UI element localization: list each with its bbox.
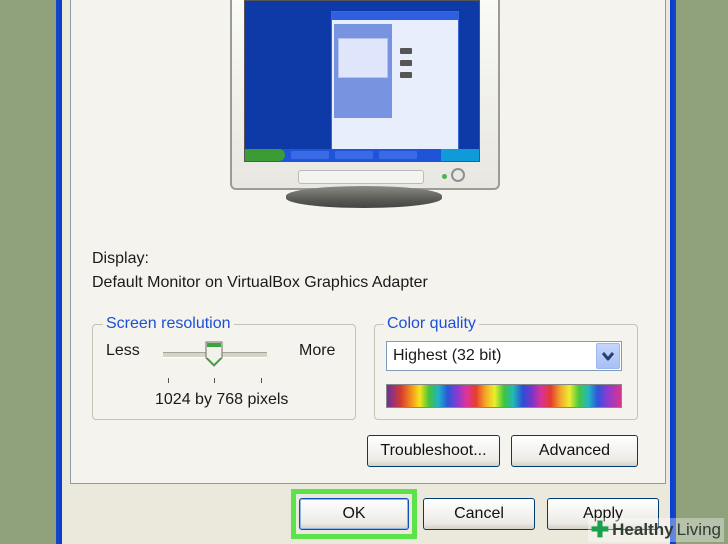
preview-start-button: [245, 149, 285, 161]
power-button-icon: [451, 168, 465, 182]
screen-resolution-label: Screen resolution: [103, 315, 234, 333]
dropdown-arrow-button[interactable]: [596, 343, 620, 369]
monitor-screen: [244, 0, 480, 162]
color-quality-select[interactable]: Highest (32 bit): [386, 341, 622, 371]
drive-icon: [400, 60, 412, 66]
color-quality-value: Highest (32 bit): [393, 347, 502, 364]
color-spectrum-bar: [386, 384, 622, 408]
resolution-value: 1024 by 768 pixels: [155, 391, 289, 408]
display-device: Default Monitor on VirtualBox Graphics A…: [92, 274, 428, 291]
power-led-icon: [442, 174, 447, 179]
chevron-down-icon: [601, 352, 615, 361]
watermark-brand-bold: Healthy: [612, 520, 674, 539]
display-label: Display:: [92, 250, 149, 267]
preview-task: [291, 151, 329, 159]
slider-tick: [261, 378, 262, 383]
preview-window: [331, 11, 459, 153]
ok-highlight-box: [291, 489, 417, 539]
plus-logo-icon: ✚: [590, 517, 610, 542]
watermark-brand-rest: Living: [676, 520, 721, 539]
resolution-slider-thumb[interactable]: [205, 341, 223, 367]
slider-tick: [168, 378, 169, 383]
drive-icon: [400, 48, 412, 54]
drive-icon: [400, 72, 412, 78]
slider-less-label: Less: [106, 342, 140, 359]
healthy-living-watermark: ✚ Healthy Living: [587, 517, 724, 542]
monitor-stand: [286, 186, 442, 208]
preview-taskbar: [245, 149, 479, 161]
preview-window-panel: [338, 38, 388, 78]
cancel-button[interactable]: Cancel: [423, 498, 535, 530]
preview-window-titlebar: [332, 12, 458, 20]
slider-tick: [214, 378, 215, 383]
slider-more-label: More: [299, 342, 336, 359]
preview-tray: [441, 149, 479, 161]
color-quality-label: Color quality: [384, 315, 479, 333]
monitor-front-strip: [298, 170, 424, 184]
troubleshoot-button[interactable]: Troubleshoot...: [367, 435, 500, 467]
preview-task: [379, 151, 417, 159]
advanced-button[interactable]: Advanced: [511, 435, 638, 467]
preview-task: [335, 151, 373, 159]
